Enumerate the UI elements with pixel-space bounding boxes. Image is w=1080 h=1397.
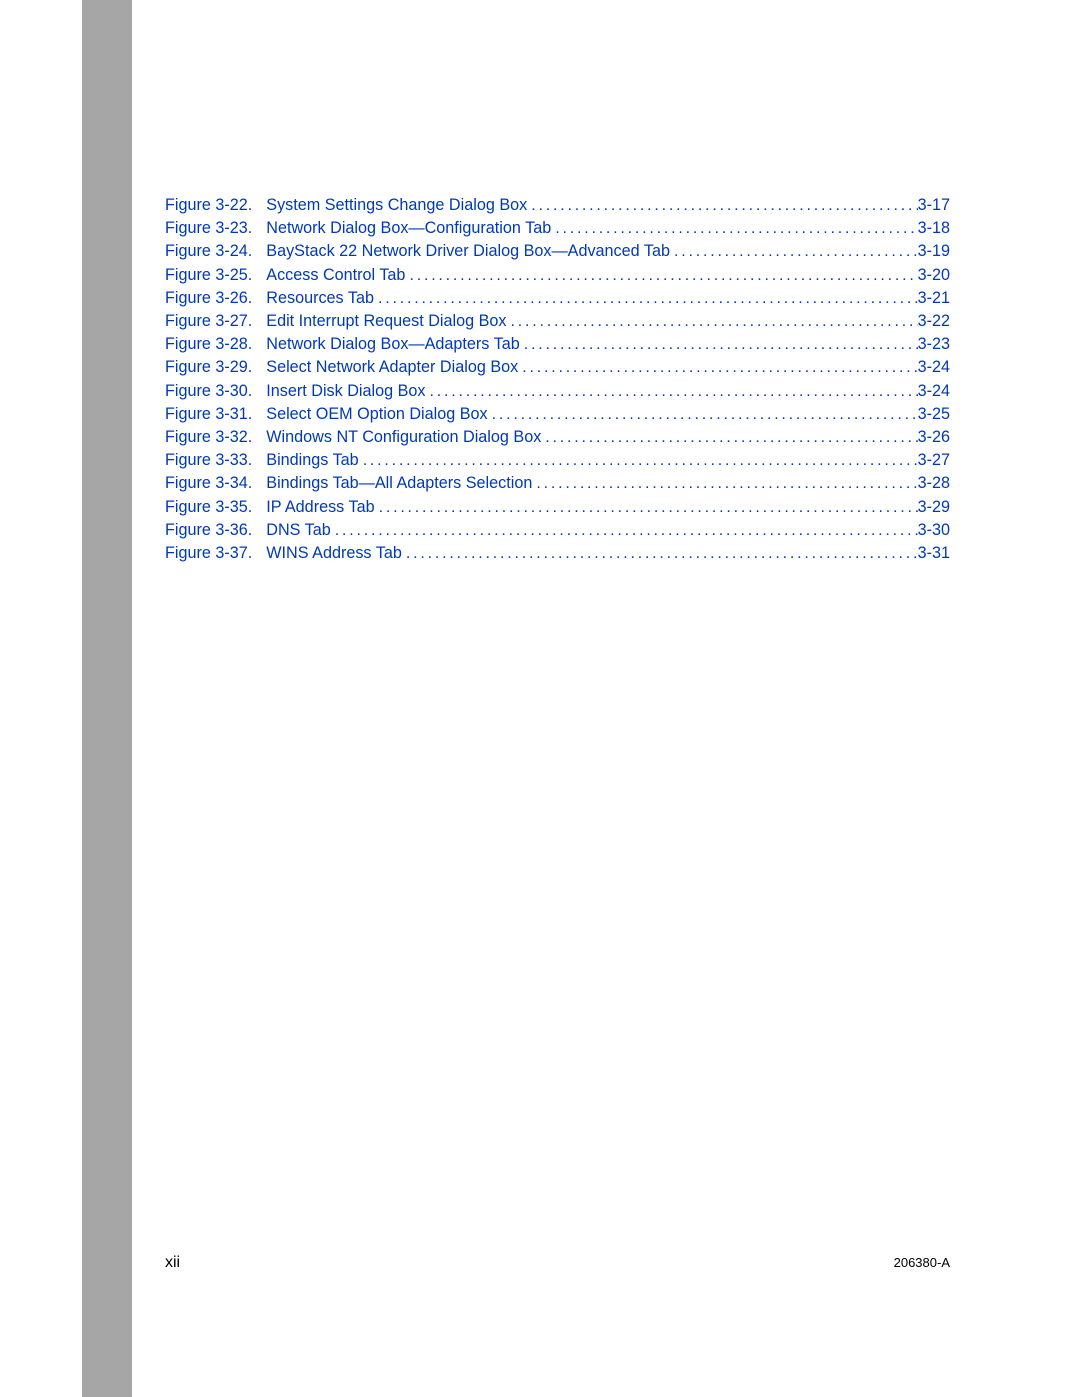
toc-page: 3-31 xyxy=(918,542,950,565)
toc-label: Figure 3-30. xyxy=(165,380,252,403)
toc-dots: ........................................… xyxy=(555,217,917,240)
toc-page: 3-27 xyxy=(918,449,950,472)
toc-label: Figure 3-29. xyxy=(165,356,252,379)
toc-title: WINS Address Tab xyxy=(266,542,402,565)
toc-title: Insert Disk Dialog Box xyxy=(266,380,425,403)
toc-label: Figure 3-37. xyxy=(165,542,252,565)
toc-label: Figure 3-24. xyxy=(165,240,252,263)
toc-dots: ........................................… xyxy=(406,542,918,565)
page-footer: xii 206380-A xyxy=(165,1254,950,1272)
toc-page: 3-30 xyxy=(918,519,950,542)
toc-entry[interactable]: Figure 3-22. System Settings Change Dial… xyxy=(165,194,950,217)
toc-title: Edit Interrupt Request Dialog Box xyxy=(266,310,506,333)
toc-page: 3-24 xyxy=(918,380,950,403)
toc-page: 3-20 xyxy=(918,264,950,287)
toc-title: System Settings Change Dialog Box xyxy=(266,194,527,217)
toc-title: Select Network Adapter Dialog Box xyxy=(266,356,518,379)
toc-entry[interactable]: Figure 3-23. Network Dialog Box—Configur… xyxy=(165,217,950,240)
toc-title: BayStack 22 Network Driver Dialog Box—Ad… xyxy=(266,240,670,263)
toc-dots: ........................................… xyxy=(430,380,918,403)
toc-dots: ........................................… xyxy=(545,426,917,449)
toc-label: Figure 3-26. xyxy=(165,287,252,310)
toc-dots: ........................................… xyxy=(524,333,918,356)
toc-title: Select OEM Option Dialog Box xyxy=(266,403,487,426)
toc-entry[interactable]: Figure 3-27. Edit Interrupt Request Dial… xyxy=(165,310,950,333)
toc-entry[interactable]: Figure 3-26. Resources Tab .............… xyxy=(165,287,950,310)
toc-entry[interactable]: Figure 3-37. WINS Address Tab ..........… xyxy=(165,542,950,565)
toc-page: 3-23 xyxy=(918,333,950,356)
toc-label: Figure 3-35. xyxy=(165,496,252,519)
toc-label: Figure 3-34. xyxy=(165,472,252,495)
toc-entry[interactable]: Figure 3-28. Network Dialog Box—Adapters… xyxy=(165,333,950,356)
toc-page: 3-18 xyxy=(918,217,950,240)
toc-page: 3-17 xyxy=(918,194,950,217)
toc-title: IP Address Tab xyxy=(266,496,374,519)
toc-title: Resources Tab xyxy=(266,287,374,310)
toc-page: 3-19 xyxy=(918,240,950,263)
toc-list: Figure 3-22. System Settings Change Dial… xyxy=(165,194,950,565)
sidebar-stripe xyxy=(82,0,132,1397)
toc-title: Access Control Tab xyxy=(266,264,405,287)
toc-page: 3-26 xyxy=(918,426,950,449)
toc-dots: ........................................… xyxy=(492,403,918,426)
toc-label: Figure 3-25. xyxy=(165,264,252,287)
page-number: xii xyxy=(165,1254,180,1272)
toc-label: Figure 3-36. xyxy=(165,519,252,542)
toc-title: Windows NT Configuration Dialog Box xyxy=(266,426,541,449)
toc-label: Figure 3-28. xyxy=(165,333,252,356)
toc-entry[interactable]: Figure 3-25. Access Control Tab ........… xyxy=(165,264,950,287)
toc-entry[interactable]: Figure 3-24. BayStack 22 Network Driver … xyxy=(165,240,950,263)
toc-dots: ........................................… xyxy=(379,496,918,519)
toc-title: Network Dialog Box—Adapters Tab xyxy=(266,333,519,356)
toc-label: Figure 3-27. xyxy=(165,310,252,333)
toc-label: Figure 3-32. xyxy=(165,426,252,449)
toc-title: Bindings Tab xyxy=(266,449,358,472)
toc-dots: ........................................… xyxy=(335,519,918,542)
toc-label: Figure 3-31. xyxy=(165,403,252,426)
toc-label: Figure 3-33. xyxy=(165,449,252,472)
toc-dots: ........................................… xyxy=(511,310,918,333)
toc-entry[interactable]: Figure 3-29. Select Network Adapter Dial… xyxy=(165,356,950,379)
document-number: 206380-A xyxy=(894,1255,950,1270)
toc-entry[interactable]: Figure 3-33. Bindings Tab ..............… xyxy=(165,449,950,472)
toc-dots: ........................................… xyxy=(522,356,917,379)
toc-page: 3-24 xyxy=(918,356,950,379)
toc-title: DNS Tab xyxy=(266,519,330,542)
toc-label: Figure 3-22. xyxy=(165,194,252,217)
toc-page: 3-25 xyxy=(918,403,950,426)
toc-entry[interactable]: Figure 3-31. Select OEM Option Dialog Bo… xyxy=(165,403,950,426)
toc-dots: ........................................… xyxy=(409,264,917,287)
toc-entry[interactable]: Figure 3-36. DNS Tab ...................… xyxy=(165,519,950,542)
toc-entry[interactable]: Figure 3-32. Windows NT Configuration Di… xyxy=(165,426,950,449)
toc-dots: ........................................… xyxy=(531,194,917,217)
toc-dots: ........................................… xyxy=(378,287,918,310)
toc-entry[interactable]: Figure 3-34. Bindings Tab—All Adapters S… xyxy=(165,472,950,495)
toc-dots: ........................................… xyxy=(363,449,918,472)
toc-page: 3-28 xyxy=(918,472,950,495)
toc-entry[interactable]: Figure 3-35. IP Address Tab ............… xyxy=(165,496,950,519)
toc-dots: ........................................… xyxy=(536,472,917,495)
toc-dots: ........................................… xyxy=(674,240,918,263)
toc-page: 3-21 xyxy=(918,287,950,310)
toc-label: Figure 3-23. xyxy=(165,217,252,240)
toc-entry[interactable]: Figure 3-30. Insert Disk Dialog Box ....… xyxy=(165,380,950,403)
toc-title: Network Dialog Box—Configuration Tab xyxy=(266,217,551,240)
toc-page: 3-22 xyxy=(918,310,950,333)
toc-page: 3-29 xyxy=(918,496,950,519)
toc-title: Bindings Tab—All Adapters Selection xyxy=(266,472,532,495)
